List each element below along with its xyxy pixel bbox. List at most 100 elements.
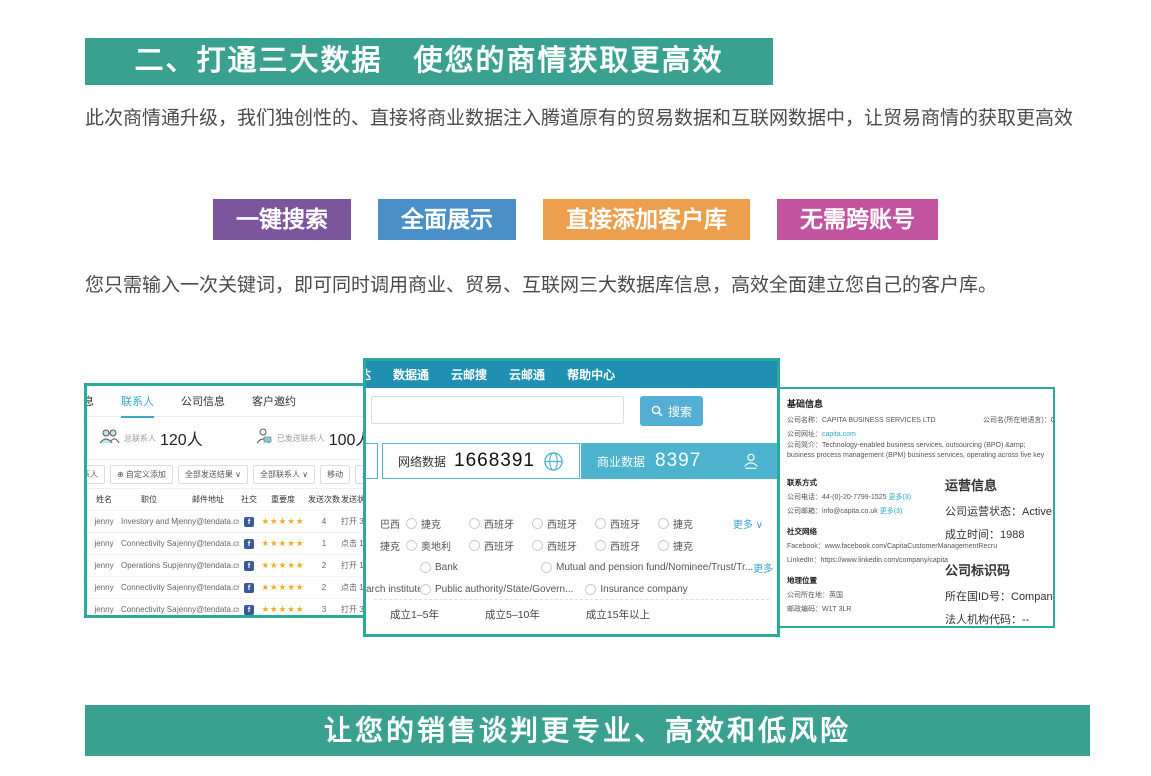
toolbar-dropdown-send-result[interactable]: 全部发送结果 ∨	[178, 465, 248, 484]
checkbox-icon[interactable]	[420, 562, 431, 573]
stat-value: 120人	[160, 426, 203, 450]
cell-social: f	[239, 539, 259, 549]
cell-send-count: 2	[307, 583, 341, 592]
checkbox-icon[interactable]	[658, 518, 669, 529]
more-link[interactable]: 更多 ∨	[753, 560, 780, 575]
filter-option[interactable]: 西班牙	[595, 538, 658, 553]
filter-option[interactable]: 西班牙	[469, 516, 532, 531]
table-row[interactable]: jenny Operations Super... jenny@tendata.…	[87, 554, 363, 576]
cell-email: jenny@tendata.cn	[177, 583, 239, 592]
filter-lead[interactable]: 巴西	[366, 516, 406, 531]
facebook-icon[interactable]: f	[244, 561, 254, 571]
col-send-count: 发送次数	[307, 494, 341, 505]
tab-contacts[interactable]: 联系人	[121, 393, 154, 409]
web-data-box[interactable]: 网络数据 1668391	[382, 443, 580, 479]
years-option-15plus[interactable]: 成立15年以上	[586, 607, 650, 622]
filter-option[interactable]: Bank	[420, 562, 541, 573]
tab-company-info[interactable]: 公司信息	[181, 393, 225, 409]
filter-option[interactable]: 捷克	[406, 516, 469, 531]
more-link[interactable]: 更多 ∨	[733, 516, 763, 531]
feature-badge-full-display: 全面展示	[378, 199, 516, 240]
filter-option[interactable]: Mutual and pension fund/Nominee/Trust/Tr…	[541, 562, 753, 573]
nav-item-help-center[interactable]: 帮助中心	[567, 366, 615, 383]
filter-option[interactable]: 捷克	[658, 516, 721, 531]
filter-option[interactable]: 西班牙	[469, 538, 532, 553]
website-link[interactable]: capita.com	[822, 431, 856, 438]
checkbox-icon[interactable]	[532, 518, 543, 529]
intro-paragraph: 此次商情通升级，我们独创性的、直接将商业数据注入腾道原有的贸易数据和互联网数据中…	[85, 99, 1097, 138]
phone-more-link[interactable]: 更多(3)	[889, 494, 912, 501]
nav-item-cloud-mail-search[interactable]: 云邮搜	[451, 366, 487, 383]
filter-option[interactable]: Insurance company	[585, 584, 687, 595]
checkbox-icon[interactable]	[406, 540, 417, 551]
nav-item-partial[interactable]: 达	[363, 366, 371, 383]
filter-option-label: 奥地利	[421, 538, 451, 553]
company-name: 公司名称：CAPITA BUSINESS SERVICES LTD	[787, 415, 936, 425]
company-founded: 成立时间：1988	[945, 529, 1055, 542]
cell-name: jenny	[87, 561, 121, 570]
checkbox-icon[interactable]	[595, 540, 606, 551]
cell-title: Operations Super...	[121, 561, 177, 570]
nav-item-data-service[interactable]: 数据通	[393, 366, 429, 383]
importance-stars: ★★★★★	[259, 604, 307, 615]
toolbar-button-move[interactable]: 移动	[320, 465, 350, 484]
col-title: 职位	[121, 494, 177, 505]
filter-option-label: 捷克	[421, 516, 441, 531]
checkbox-icon[interactable]	[406, 518, 417, 529]
years-option-5-10[interactable]: 成立5–10年	[485, 607, 540, 622]
filter-option[interactable]: 西班牙	[532, 516, 595, 531]
filter-option-label: 捷克	[673, 538, 693, 553]
tab-customer-invite[interactable]: 客户邀约	[252, 393, 296, 409]
facebook-icon[interactable]: f	[244, 605, 254, 615]
feature-badge-no-account-switch: 无需跨账号	[777, 199, 938, 240]
checkbox-icon[interactable]	[420, 584, 431, 595]
cell-name: jenny	[87, 605, 121, 614]
filter-option[interactable]: 西班牙	[595, 516, 658, 531]
business-data-box[interactable]: 商业数据 8397	[581, 443, 777, 479]
filter-option-label: Insurance company	[600, 584, 687, 595]
checkbox-icon[interactable]	[469, 518, 480, 529]
search-button[interactable]: 搜索	[640, 396, 703, 426]
table-row[interactable]: jenny Connectivity Sake... jenny@tendata…	[87, 598, 363, 618]
filter-option[interactable]: Public authority/State/Govern...	[420, 584, 573, 595]
table-row[interactable]: jenny Connectivity Sake... jenny@tendata…	[87, 532, 363, 554]
table-row[interactable]: jenny Investory and ME... jenny@tendata.…	[87, 510, 363, 532]
tab-partial[interactable]: 息	[84, 393, 94, 409]
contacts-group-icon	[99, 428, 120, 449]
nav-item-cloud-mail[interactable]: 云邮通	[509, 366, 545, 383]
search-input[interactable]	[371, 396, 624, 424]
facebook-icon[interactable]: f	[244, 539, 254, 549]
checkbox-icon[interactable]	[541, 562, 552, 573]
person-icon	[741, 451, 761, 471]
cell-name: jenny	[87, 517, 121, 526]
cell-email: jenny@tendata.cn	[177, 605, 239, 614]
filter-option-label: 西班牙	[610, 516, 640, 531]
filter-option-label: 西班牙	[484, 538, 514, 553]
cell-social: f	[239, 561, 259, 571]
cell-send-count: 1	[307, 539, 341, 548]
contacts-table: 姓名 职位 邮件地址 社交 重要度 发送次数 发送状态 jenny Invest…	[87, 489, 363, 618]
filter-option-label: 西班牙	[547, 516, 577, 531]
toolbar-dropdown-all-contacts[interactable]: 全部联系人 ∨	[253, 465, 315, 484]
filter-option[interactable]: 西班牙	[532, 538, 595, 553]
facebook-icon[interactable]: f	[244, 583, 254, 593]
toolbar-button-custom-add[interactable]: ⊕ 自定义添加	[110, 465, 173, 484]
checkbox-icon[interactable]	[469, 540, 480, 551]
filter-option[interactable]: 捷克	[658, 538, 721, 553]
facebook-icon[interactable]: f	[244, 517, 254, 527]
years-option-1-5[interactable]: 成立1–5年	[390, 607, 439, 622]
toolbar-button-partial[interactable]: 系人	[84, 465, 105, 484]
company-id-header: 公司标识码	[945, 560, 1055, 579]
table-row[interactable]: jenny Connectivity Sake... jenny@tendata…	[87, 576, 363, 598]
checkbox-icon[interactable]	[595, 518, 606, 529]
filter-lead[interactable]: 捷克	[366, 538, 406, 553]
filter-lead-partial[interactable]: arch institute	[366, 584, 420, 595]
checkbox-icon[interactable]	[658, 540, 669, 551]
cell-title: Connectivity Sake...	[121, 605, 177, 614]
filter-option[interactable]: 奥地利	[406, 538, 469, 553]
email-more-link[interactable]: 更多(3)	[880, 508, 903, 515]
col-importance: 重要度	[259, 494, 307, 505]
checkbox-icon[interactable]	[585, 584, 596, 595]
website-label: 公司网址：	[787, 431, 822, 438]
checkbox-icon[interactable]	[532, 540, 543, 551]
